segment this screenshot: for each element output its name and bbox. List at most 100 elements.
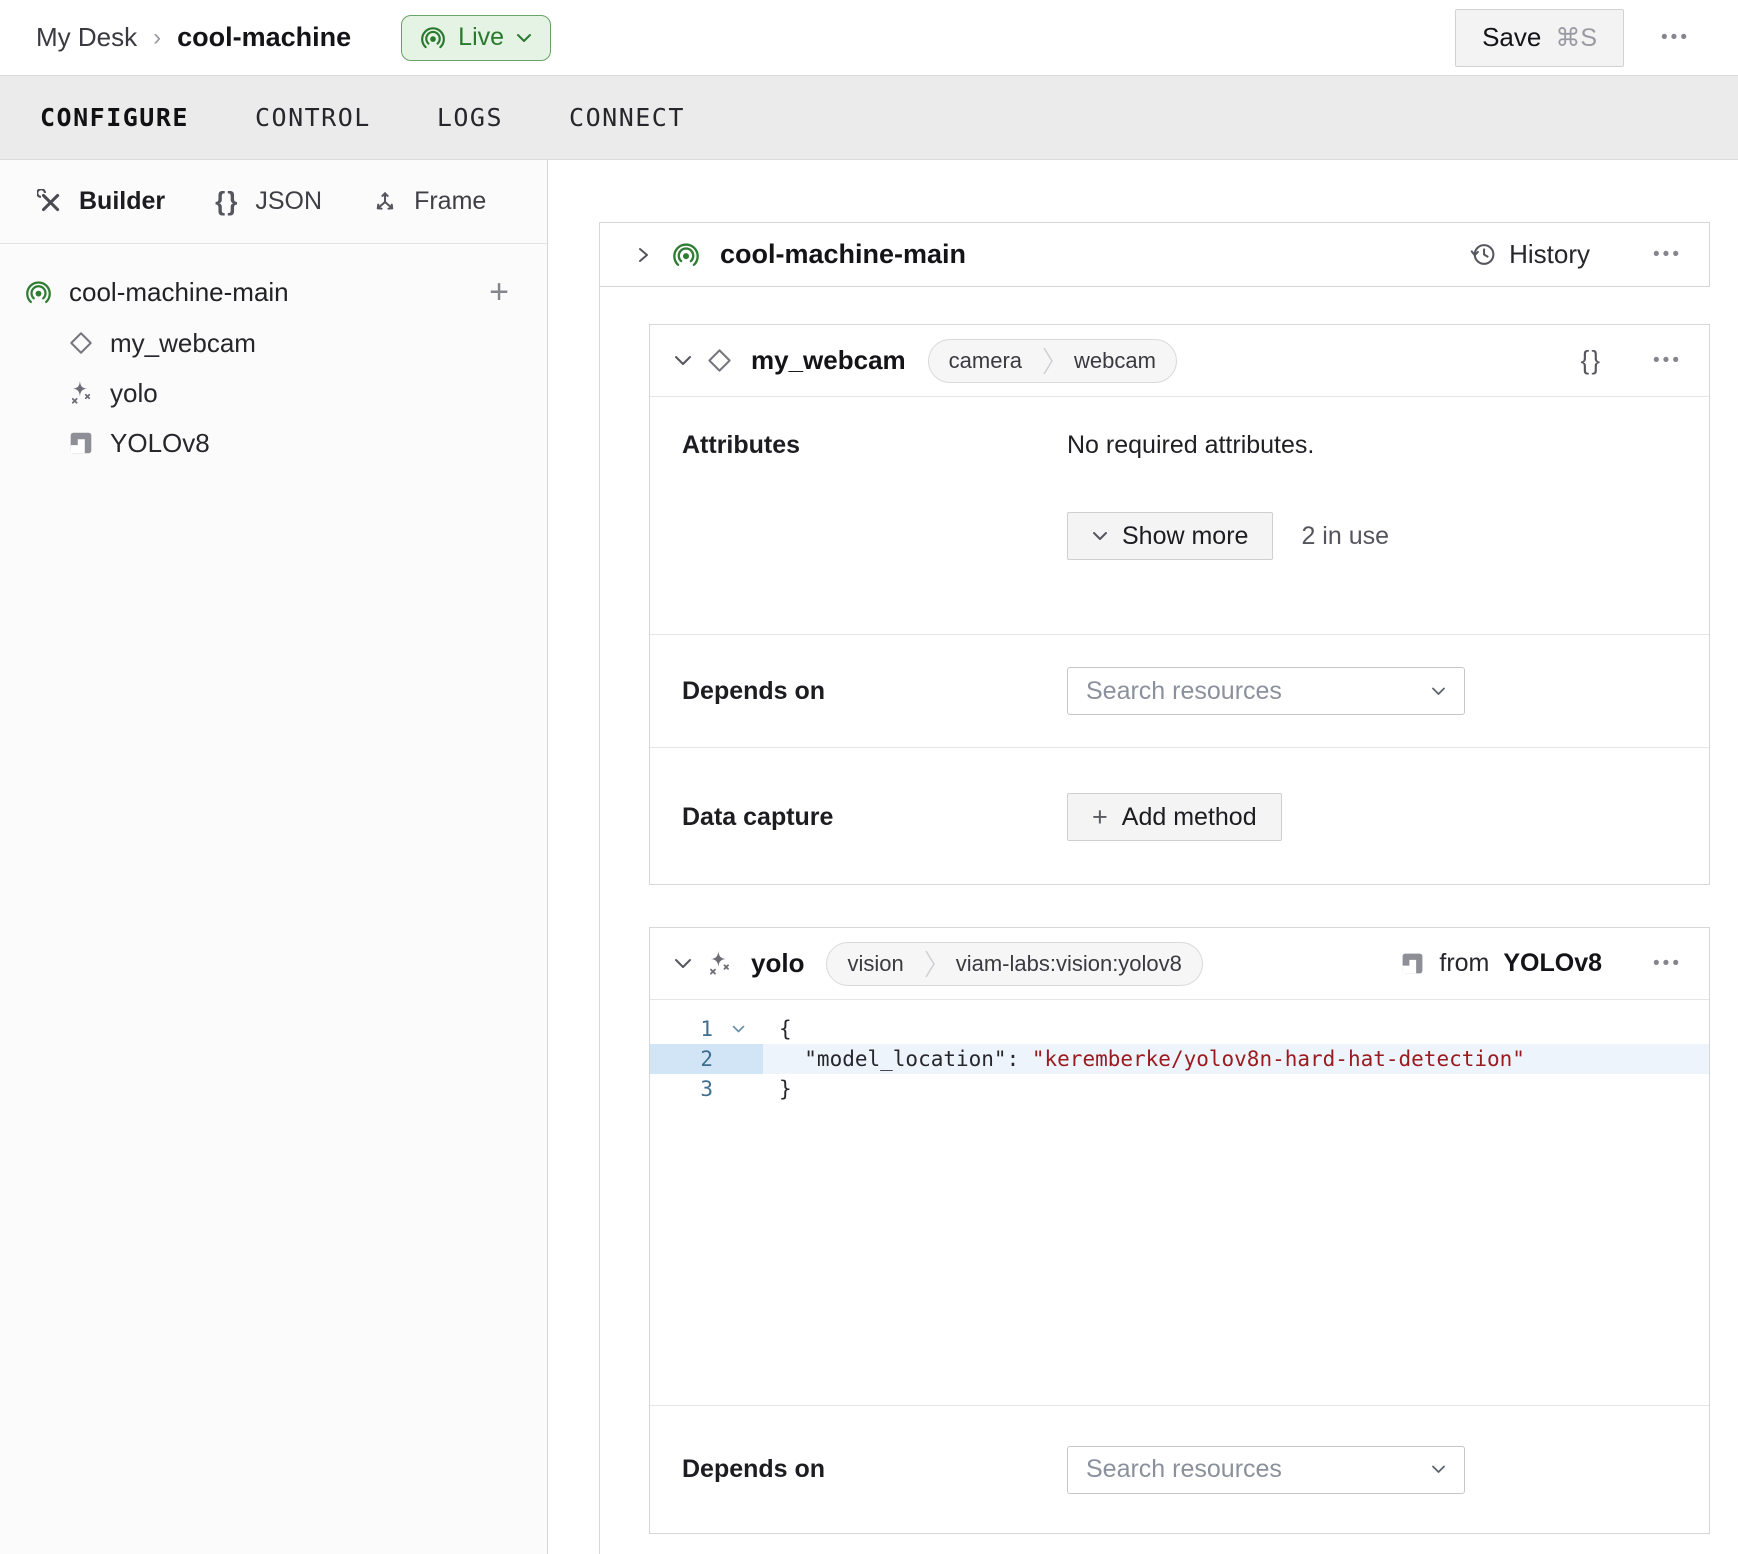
- config-view-switcher: Builder {} JSON Frame: [0, 160, 547, 244]
- line-number: 2: [650, 1047, 713, 1071]
- data-capture-label: Data capture: [682, 803, 1067, 832]
- history-button[interactable]: History: [1470, 239, 1590, 270]
- view-frame[interactable]: Frame: [372, 187, 486, 216]
- braces-icon: {}: [215, 186, 239, 217]
- machine-part-overflow-menu[interactable]: •••: [1653, 244, 1682, 266]
- live-status-label: Live: [458, 23, 504, 52]
- from-label: from: [1439, 949, 1489, 978]
- tree-item-machine-part-label: cool-machine-main: [69, 277, 289, 308]
- attributes-content: No required attributes. Show more 2 in u…: [1067, 431, 1389, 634]
- code-gutter: 3: [650, 1074, 763, 1104]
- breadcrumb-machine-name: cool-machine: [177, 22, 351, 53]
- tab-connect[interactable]: CONNECT: [569, 103, 685, 132]
- code-content: "model_location": "keremberke/yolov8n-ha…: [763, 1044, 1709, 1074]
- broadcast-icon: [25, 279, 52, 306]
- config-sidebar: Builder {} JSON Frame: [0, 160, 548, 1554]
- machine-part-title: cool-machine-main: [720, 239, 966, 270]
- yolo-resource-card: yolo vision viam-labs:vision:yolov8: [649, 927, 1710, 1534]
- viam-config-app: My Desk › cool-machine Live Save ⌘S •••: [0, 0, 1738, 1554]
- webcam-type-model-pill: camera webcam: [928, 339, 1177, 383]
- attributes-label: Attributes: [682, 431, 1067, 634]
- save-button-label: Save: [1482, 22, 1541, 53]
- tab-control[interactable]: CONTROL: [255, 103, 371, 132]
- attributes-empty-text: No required attributes.: [1067, 431, 1389, 460]
- tree-item-yolov8-module[interactable]: YOLOv8: [25, 418, 547, 468]
- module-icon: [68, 430, 94, 456]
- webcam-overflow-menu[interactable]: •••: [1653, 350, 1682, 372]
- code-line: 3 }: [650, 1074, 1709, 1104]
- save-shortcut-hint: ⌘S: [1555, 23, 1597, 53]
- chevron-down-icon: [516, 33, 532, 43]
- webcam-attributes-section: Attributes No required attributes. Show …: [650, 397, 1709, 634]
- pill-divider-icon: [1042, 344, 1054, 378]
- webcam-resource-card: my_webcam camera webcam {} ••• Attribute…: [649, 324, 1710, 885]
- depends-on-label: Depends on: [682, 677, 1067, 706]
- line-number: 1: [650, 1017, 713, 1041]
- webcam-depends-on-section: Depends on Search resources: [650, 634, 1709, 747]
- tools-icon: [37, 189, 63, 215]
- broadcast-icon: [420, 25, 446, 51]
- tree-item-machine-part[interactable]: cool-machine-main +: [25, 266, 547, 318]
- webcam-card-header: my_webcam camera webcam {} •••: [650, 325, 1709, 397]
- resource-tree: cool-machine-main + my_webcam: [0, 244, 547, 468]
- chevron-down-icon: [1431, 687, 1446, 696]
- depends-on-label: Depends on: [682, 1455, 1067, 1484]
- code-token-plain: {: [779, 1017, 792, 1041]
- code-token-string: "keremberke/yolov8n-hard-hat-detection": [1032, 1047, 1525, 1071]
- webcam-card-title: my_webcam: [751, 345, 906, 376]
- webcam-model-tag: webcam: [1054, 348, 1176, 374]
- main-tab-bar: CONFIGURE CONTROL LOGS CONNECT: [0, 76, 1738, 160]
- topbar-overflow-menu[interactable]: •••: [1661, 27, 1690, 49]
- show-more-button[interactable]: Show more: [1067, 512, 1273, 560]
- yolo-overflow-menu[interactable]: •••: [1653, 953, 1682, 975]
- code-line: 1 {: [650, 1014, 1709, 1044]
- fold-chevron-icon[interactable]: [713, 1025, 763, 1033]
- diamond-icon: [68, 330, 94, 356]
- save-button[interactable]: Save ⌘S: [1455, 9, 1624, 67]
- history-icon: [1470, 241, 1497, 268]
- code-content: {: [763, 1014, 1709, 1044]
- sparkles-icon: [706, 950, 733, 977]
- code-token-key: "model_location":: [779, 1047, 1032, 1071]
- view-json[interactable]: {} JSON: [215, 186, 322, 217]
- chevron-down-icon[interactable]: [674, 355, 692, 366]
- show-more-label: Show more: [1122, 522, 1248, 551]
- history-button-label: History: [1509, 239, 1590, 270]
- yolo-depends-on-select[interactable]: Search resources: [1067, 1446, 1465, 1494]
- line-number: 3: [650, 1077, 713, 1101]
- yolo-card-title: yolo: [751, 948, 804, 979]
- breadcrumb-parent[interactable]: My Desk: [36, 22, 137, 53]
- code-line-active: 2 "model_location": "keremberke/yolov8n-…: [650, 1044, 1709, 1074]
- tree-item-my-webcam-label: my_webcam: [110, 328, 256, 359]
- broadcast-icon: [672, 241, 700, 269]
- live-status-dropdown[interactable]: Live: [401, 15, 551, 61]
- webcam-depends-on-select[interactable]: Search resources: [1067, 667, 1465, 715]
- code-gutter: 2: [650, 1044, 763, 1074]
- plus-icon: +: [1092, 804, 1108, 831]
- yolo-attributes-json-editor[interactable]: 1 { 2 "model_location": "keremberke/y: [650, 1000, 1709, 1405]
- chevron-right-icon[interactable]: [636, 246, 652, 264]
- module-icon: [1400, 951, 1425, 976]
- chevron-down-icon: [1092, 531, 1108, 541]
- view-builder-label: Builder: [79, 187, 165, 216]
- tab-configure[interactable]: CONFIGURE: [40, 103, 189, 132]
- tree-item-yolo-label: yolo: [110, 378, 158, 409]
- yolo-type-tag: vision: [827, 951, 923, 977]
- content-row: Builder {} JSON Frame: [0, 160, 1738, 1554]
- add-method-button[interactable]: + Add method: [1067, 793, 1282, 841]
- tree-item-my-webcam[interactable]: my_webcam: [25, 318, 547, 368]
- tab-logs[interactable]: LOGS: [437, 103, 503, 132]
- code-content: }: [763, 1074, 1709, 1104]
- depends-on-placeholder: Search resources: [1086, 677, 1282, 706]
- view-frame-label: Frame: [414, 187, 486, 216]
- view-builder[interactable]: Builder: [37, 187, 165, 216]
- webcam-json-toggle-icon[interactable]: {}: [1581, 345, 1602, 376]
- webcam-type-tag: camera: [929, 348, 1042, 374]
- nesting-connector-line: [599, 287, 600, 1554]
- sparkles-icon: [68, 380, 94, 406]
- add-component-button[interactable]: +: [489, 275, 509, 309]
- tree-item-yolo[interactable]: yolo: [25, 368, 547, 418]
- yolo-model-tag: viam-labs:vision:yolov8: [936, 951, 1202, 977]
- chevron-down-icon[interactable]: [674, 958, 692, 969]
- yolo-module-source[interactable]: from YOLOv8: [1400, 949, 1602, 978]
